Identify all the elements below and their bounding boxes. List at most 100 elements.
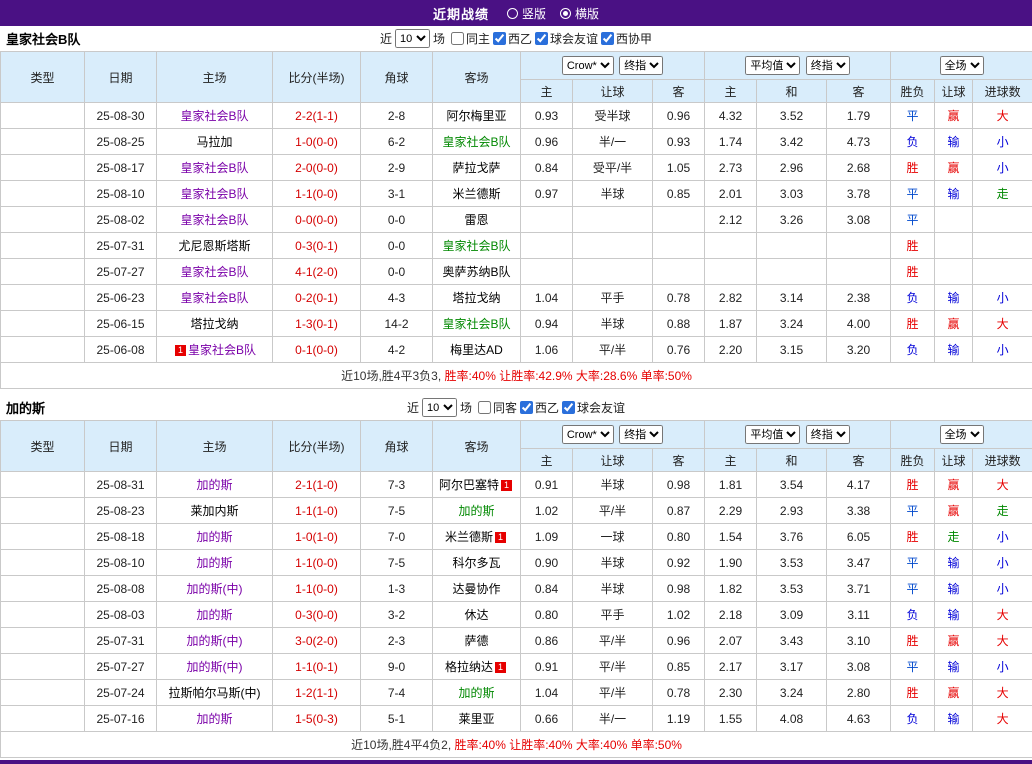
- match-row: 西乙25-08-18加的斯1-0(1-0)7-0米兰德斯11.09一球0.801…: [1, 524, 1032, 550]
- result-group-header: 全场: [891, 421, 1032, 449]
- away-team[interactable]: 阿尔巴塞特1: [433, 472, 521, 498]
- filter-checkbox-item[interactable]: 同客: [478, 399, 517, 416]
- asian-odds-value: 0.97: [521, 181, 573, 207]
- filter-checkbox[interactable]: [562, 401, 575, 414]
- odds-stage-select-2[interactable]: 终指: [806, 56, 850, 75]
- away-team[interactable]: 皇家社会B队: [433, 233, 521, 259]
- summary-row: 近10场,胜4平3负3, 胜率:40% 让胜率:42.9% 大率:28.6% 单…: [1, 363, 1032, 389]
- away-team[interactable]: 奥萨苏纳B队: [433, 259, 521, 285]
- home-team[interactable]: 皇家社会B队: [157, 285, 273, 311]
- corner-count: 7-0: [361, 524, 433, 550]
- home-team[interactable]: 加的斯(中): [157, 576, 273, 602]
- away-team[interactable]: 皇家社会B队: [433, 129, 521, 155]
- result-flag: 胜: [891, 155, 935, 181]
- scope-select[interactable]: 全场: [940, 425, 984, 444]
- league-badge: 球会友谊: [1, 576, 85, 602]
- home-team[interactable]: 塔拉戈纳: [157, 311, 273, 337]
- away-team[interactable]: 塔拉戈纳: [433, 285, 521, 311]
- away-team[interactable]: 莱里亚: [433, 706, 521, 732]
- average-odds-select[interactable]: 平均值: [745, 56, 800, 75]
- asian-odds-value: 半/一: [573, 129, 653, 155]
- away-team[interactable]: 米兰德斯: [433, 181, 521, 207]
- home-team[interactable]: 加的斯: [157, 472, 273, 498]
- away-team[interactable]: 加的斯: [433, 680, 521, 706]
- odds-stage-select-1[interactable]: 终指: [619, 425, 663, 444]
- league-badge: 球会友谊: [1, 181, 85, 207]
- home-team[interactable]: 皇家社会B队: [157, 103, 273, 129]
- away-team[interactable]: 皇家社会B队: [433, 311, 521, 337]
- home-team[interactable]: 加的斯: [157, 706, 273, 732]
- result-flag: 大: [973, 472, 1032, 498]
- filter-checkbox[interactable]: [478, 401, 491, 414]
- league-badge: 西乙: [1, 103, 85, 129]
- summary-rates: 胜率:40% 让胜率:42.9% 大率:28.6% 单率:50%: [445, 369, 692, 383]
- away-team[interactable]: 格拉纳达1: [433, 654, 521, 680]
- subcol-avg-away: 客: [827, 449, 891, 472]
- match-score: 1-0(1-0): [273, 524, 361, 550]
- filter-checkbox-item[interactable]: 球会友谊: [535, 30, 598, 47]
- filter-checkbox-item[interactable]: 球会友谊: [562, 399, 625, 416]
- bookmaker-select[interactable]: Crow*: [562, 425, 614, 444]
- match-date: 25-07-27: [85, 259, 157, 285]
- home-team[interactable]: 莱加内斯: [157, 498, 273, 524]
- asian-odds-value: 0.94: [521, 311, 573, 337]
- result-flag: 走: [973, 498, 1032, 524]
- result-flag: 平: [891, 181, 935, 207]
- away-team[interactable]: 加的斯: [433, 498, 521, 524]
- home-team[interactable]: 皇家社会B队: [157, 155, 273, 181]
- col-header-away: 客场: [433, 52, 521, 103]
- result-flag: [973, 233, 1032, 259]
- league-badge: 球会友谊: [1, 207, 85, 233]
- corner-count: 2-3: [361, 628, 433, 654]
- odds-stage-select-1[interactable]: 终指: [619, 56, 663, 75]
- filter-checkbox[interactable]: [535, 32, 548, 45]
- home-team[interactable]: 加的斯: [157, 550, 273, 576]
- home-team[interactable]: 拉斯帕尔马斯(中): [157, 680, 273, 706]
- home-team[interactable]: 马拉加: [157, 129, 273, 155]
- away-team[interactable]: 雷恩: [433, 207, 521, 233]
- filter-checkbox[interactable]: [601, 32, 614, 45]
- away-team[interactable]: 萨德: [433, 628, 521, 654]
- average-odds-value: 2.93: [757, 498, 827, 524]
- match-count-select[interactable]: 10: [395, 29, 430, 48]
- filter-checkbox[interactable]: [493, 32, 506, 45]
- layout-radio-option[interactable]: 竖版: [507, 5, 546, 22]
- away-team[interactable]: 科尔多瓦: [433, 550, 521, 576]
- match-date: 25-08-23: [85, 498, 157, 524]
- filter-checkbox-item[interactable]: 同主: [451, 30, 490, 47]
- match-count-select[interactable]: 10: [422, 398, 457, 417]
- filter-checkbox[interactable]: [451, 32, 464, 45]
- away-team[interactable]: 休达: [433, 602, 521, 628]
- home-team[interactable]: 尤尼恩斯塔斯: [157, 233, 273, 259]
- asian-odds-group-header: Crow* 终指: [521, 52, 705, 80]
- away-team[interactable]: 米兰德斯1: [433, 524, 521, 550]
- filter-checkbox-item[interactable]: 西协甲: [601, 30, 652, 47]
- home-team[interactable]: 皇家社会B队: [157, 259, 273, 285]
- filter-near-label: 近: [380, 30, 392, 47]
- home-team[interactable]: 皇家社会B队: [157, 207, 273, 233]
- away-team[interactable]: 达曼协作: [433, 576, 521, 602]
- layout-radio-option[interactable]: 横版: [560, 5, 599, 22]
- home-team[interactable]: 加的斯(中): [157, 628, 273, 654]
- result-flag: 小: [973, 524, 1032, 550]
- filter-checkbox[interactable]: [520, 401, 533, 414]
- away-team[interactable]: 阿尔梅里亚: [433, 103, 521, 129]
- home-team[interactable]: 皇家社会B队: [157, 181, 273, 207]
- odds-stage-select-2[interactable]: 终指: [806, 425, 850, 444]
- home-team[interactable]: 加的斯(中): [157, 654, 273, 680]
- asian-odds-value: 平/半: [573, 498, 653, 524]
- filter-checkbox-item[interactable]: 西乙: [493, 30, 532, 47]
- filter-checkbox-item[interactable]: 西乙: [520, 399, 559, 416]
- match-row: 球会友谊25-07-16加的斯1-5(0-3)5-1莱里亚0.66半/一1.19…: [1, 706, 1032, 732]
- home-team[interactable]: 加的斯: [157, 524, 273, 550]
- home-team[interactable]: 1皇家社会B队: [157, 337, 273, 363]
- asian-odds-value: 0.93: [653, 129, 705, 155]
- col-header-home: 主场: [157, 421, 273, 472]
- home-team[interactable]: 加的斯: [157, 602, 273, 628]
- average-odds-value: 1.55: [705, 706, 757, 732]
- away-team[interactable]: 梅里达AD: [433, 337, 521, 363]
- bookmaker-select[interactable]: Crow*: [562, 56, 614, 75]
- scope-select[interactable]: 全场: [940, 56, 984, 75]
- average-odds-select[interactable]: 平均值: [745, 425, 800, 444]
- away-team[interactable]: 萨拉戈萨: [433, 155, 521, 181]
